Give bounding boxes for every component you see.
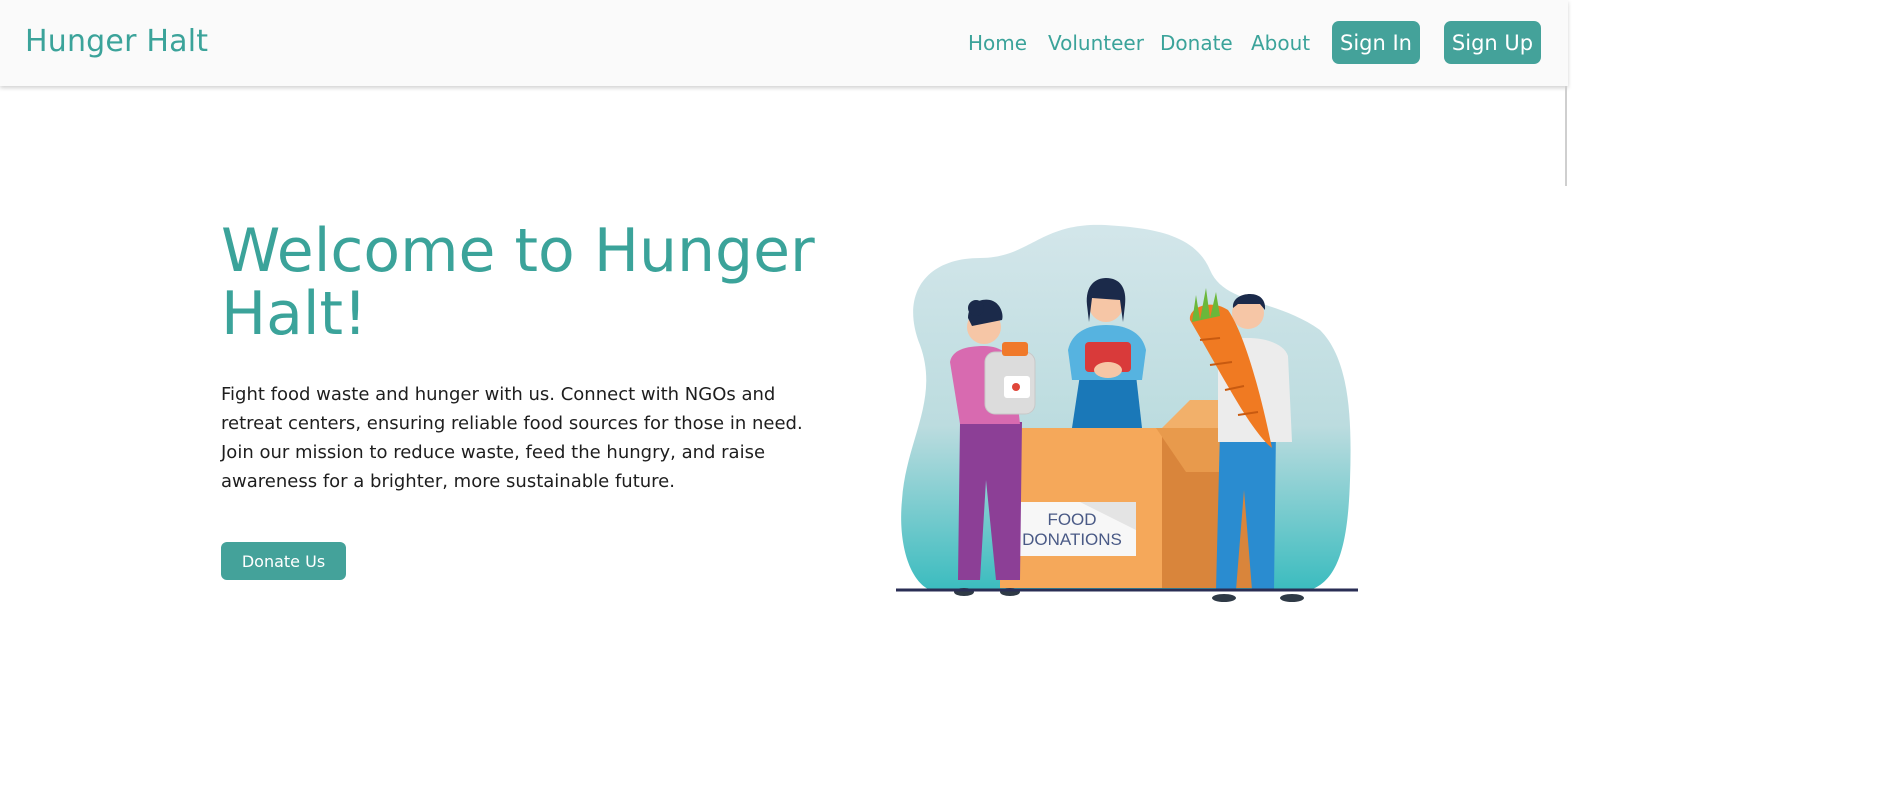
sign-up-button[interactable]: Sign Up [1444, 21, 1541, 64]
box-label-food: FOOD [1047, 510, 1096, 529]
nav-link-donate[interactable]: Donate [1160, 31, 1233, 55]
brand-logo[interactable]: Hunger Halt [25, 24, 208, 59]
hero-title: Welcome to Hunger Halt! [221, 216, 815, 349]
navbar: Hunger Halt Home Volunteer Donate About … [0, 0, 1568, 86]
food-donation-illustration: FOOD DONATIONS [896, 224, 1358, 602]
scrollbar[interactable] [1565, 86, 1567, 186]
hero-description: Fight food waste and hunger with us. Con… [221, 384, 803, 492]
box-label-donations: DONATIONS [1022, 530, 1122, 549]
nav-link-volunteer[interactable]: Volunteer [1048, 31, 1144, 55]
nav-link-home[interactable]: Home [968, 31, 1027, 55]
sign-in-button[interactable]: Sign In [1332, 21, 1420, 64]
nav-link-about[interactable]: About [1251, 31, 1310, 55]
donate-us-button[interactable]: Donate Us [221, 542, 346, 580]
